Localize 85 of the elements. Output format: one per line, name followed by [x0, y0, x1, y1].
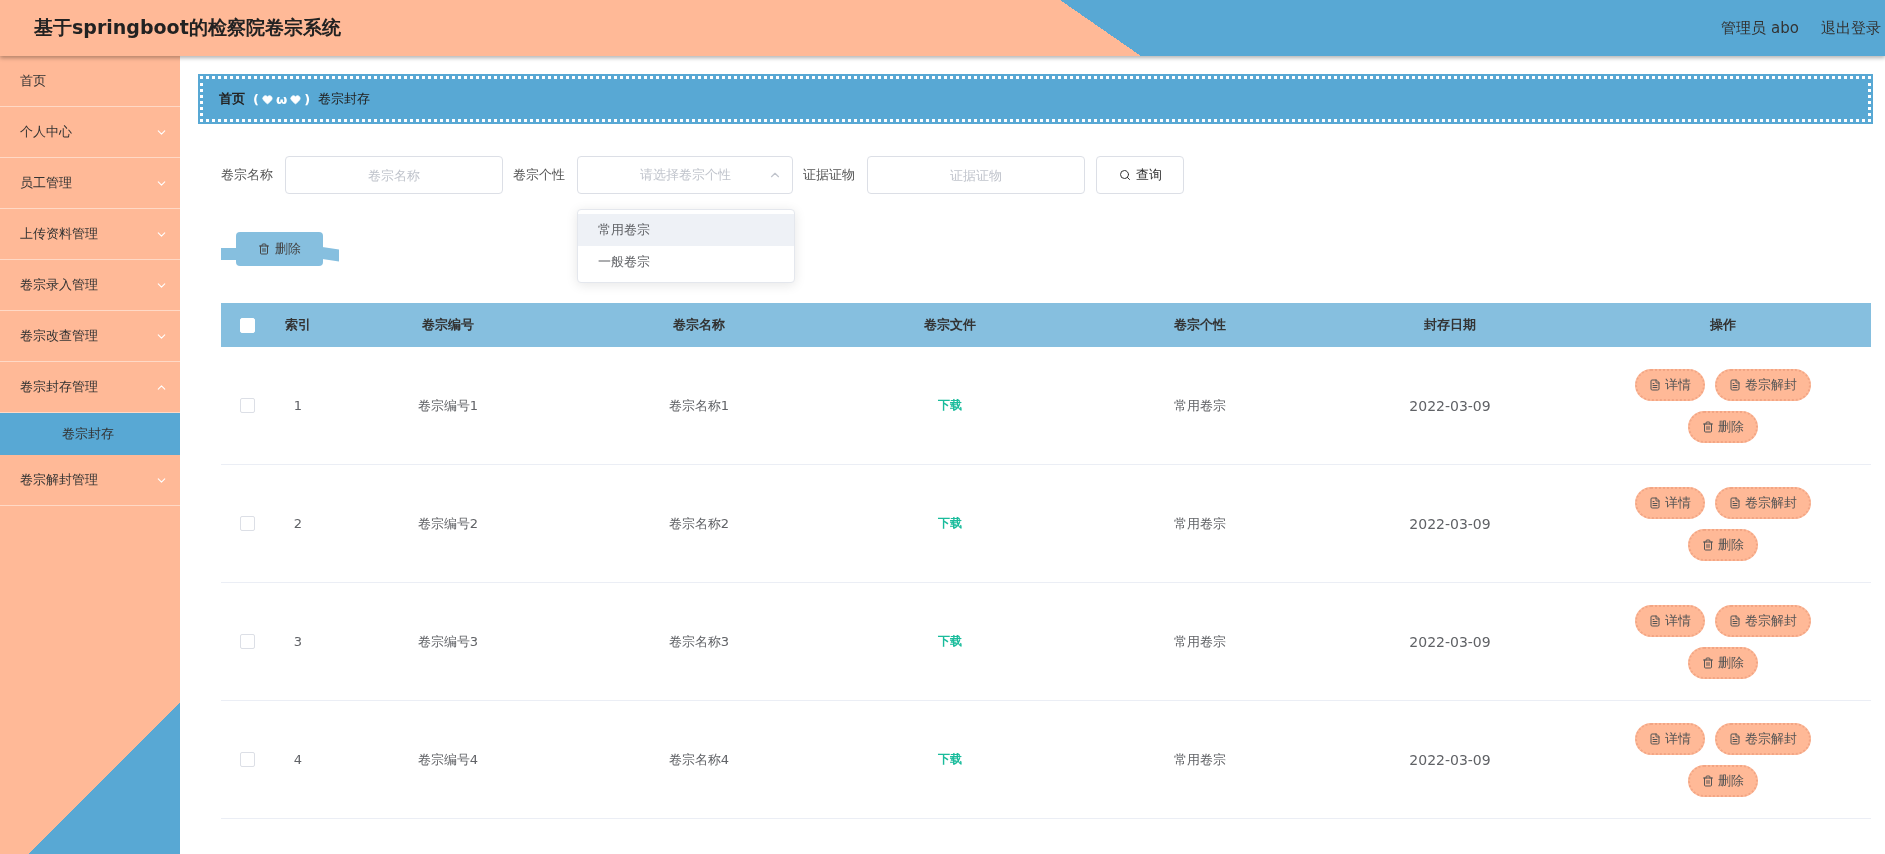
- table-cell: 2022-03-09: [1409, 633, 1491, 650]
- breadcrumb-separator: ): [304, 91, 311, 107]
- document-icon: [1729, 378, 1741, 391]
- action-button[interactable]: 删除: [1688, 528, 1758, 561]
- column-header: 卷宗文件: [923, 316, 977, 334]
- sidebar-subitem[interactable]: 卷宗封存: [0, 413, 180, 455]
- sidebar-item[interactable]: 首页: [0, 56, 180, 107]
- table-cell: 2022-03-09: [1409, 515, 1491, 532]
- document-icon: [1729, 732, 1741, 745]
- heart-icon: [290, 93, 302, 105]
- action-button[interactable]: 详情: [1635, 604, 1705, 637]
- user-name: 管理员 abo: [1721, 18, 1799, 38]
- select-all-checkbox[interactable]: [239, 317, 255, 333]
- document-icon: [1649, 732, 1661, 745]
- table-cell: 2022-03-09: [1409, 751, 1491, 768]
- action-button[interactable]: 删除: [1688, 646, 1758, 679]
- logout-link[interactable]: 退出登录: [1821, 18, 1881, 38]
- search-field[interactable]: 证据证物: [867, 156, 1085, 194]
- field-label: 卷宗名称: [221, 166, 273, 184]
- query-button[interactable]: 查询: [1096, 156, 1184, 194]
- trash-icon: [1702, 774, 1714, 787]
- table-cell: 卷宗编号1: [417, 396, 479, 415]
- trash-icon: [258, 243, 270, 255]
- column-header: 卷宗名称: [672, 316, 726, 334]
- document-icon: [1729, 496, 1741, 509]
- table-cell: 常用卷宗: [1174, 750, 1226, 769]
- table-cell: 2022-03-09: [1409, 397, 1491, 414]
- trash-icon: [1702, 656, 1714, 669]
- row-checkbox[interactable]: [239, 398, 255, 413]
- breadcrumb-separator: (: [253, 91, 259, 107]
- document-icon: [1649, 496, 1661, 509]
- action-button[interactable]: 卷宗解封: [1715, 368, 1811, 401]
- table-cell: 卷宗名称2: [668, 514, 730, 533]
- sidebar-item[interactable]: 员工管理: [0, 158, 180, 209]
- column-header: 卷宗编号: [421, 316, 475, 334]
- sidebar-item[interactable]: 个人中心: [0, 107, 180, 158]
- action-button[interactable]: 删除: [1688, 764, 1758, 797]
- breadcrumb-separator: ω: [275, 91, 288, 107]
- table-cell: 卷宗名称1: [668, 396, 730, 415]
- table-cell: 4: [293, 752, 303, 767]
- sidebar-item[interactable]: 卷宗改查管理: [0, 311, 180, 362]
- table-cell: 1: [293, 398, 303, 413]
- delete-button[interactable]: 删除: [236, 232, 323, 266]
- action-button[interactable]: 详情: [1635, 368, 1705, 401]
- table-cell: 常用卷宗: [1174, 632, 1226, 651]
- action-button[interactable]: 卷宗解封: [1715, 486, 1811, 519]
- search-field[interactable]: 卷宗名称: [285, 156, 503, 194]
- table-cell: 2: [293, 516, 303, 531]
- field-label: 证据证物: [803, 166, 855, 184]
- heart-icon: [261, 93, 273, 105]
- document-icon: [1729, 614, 1741, 627]
- sidebar-item[interactable]: 卷宗录入管理: [0, 260, 180, 311]
- action-button[interactable]: 详情: [1635, 486, 1705, 519]
- dropdown-option[interactable]: 常用卷宗: [578, 214, 794, 246]
- table-cell: 卷宗编号3: [417, 632, 479, 651]
- dropdown-option[interactable]: 一般卷宗: [578, 246, 794, 278]
- action-button[interactable]: 详情: [1635, 722, 1705, 755]
- table-cell: 常用卷宗: [1174, 514, 1226, 533]
- row-checkbox[interactable]: [239, 634, 255, 649]
- column-header: 封存日期: [1423, 316, 1477, 334]
- breadcrumb-item[interactable]: 首页: [219, 90, 245, 108]
- row-checkbox[interactable]: [239, 752, 255, 767]
- field-label: 卷宗个性: [513, 166, 565, 184]
- document-icon: [1649, 378, 1661, 391]
- sidebar-item[interactable]: 上传资料管理: [0, 209, 180, 260]
- document-icon: [1649, 614, 1661, 627]
- table-cell: 卷宗名称4: [668, 750, 730, 769]
- table-cell: 3: [293, 634, 303, 649]
- column-header: 卷宗个性: [1173, 316, 1227, 334]
- action-button[interactable]: 卷宗解封: [1715, 722, 1811, 755]
- column-header: 操作: [1709, 316, 1737, 334]
- row-checkbox[interactable]: [239, 516, 255, 531]
- table-cell: 卷宗编号2: [417, 514, 479, 533]
- search-icon: [1118, 169, 1131, 181]
- trash-icon: [1702, 420, 1714, 433]
- sidebar-item[interactable]: 卷宗解封管理: [0, 455, 180, 506]
- action-button[interactable]: 卷宗解封: [1715, 604, 1811, 637]
- breadcrumb-item[interactable]: 卷宗封存: [318, 90, 371, 108]
- app-title: 基于springboot的检察院卷宗系统: [34, 15, 342, 40]
- trash-icon: [1702, 538, 1714, 551]
- table-cell: 卷宗编号4: [417, 750, 479, 769]
- action-button[interactable]: 删除: [1688, 410, 1758, 443]
- column-header: 索引: [284, 316, 312, 334]
- table-cell: 常用卷宗: [1174, 396, 1226, 415]
- table-cell: 卷宗名称3: [668, 632, 730, 651]
